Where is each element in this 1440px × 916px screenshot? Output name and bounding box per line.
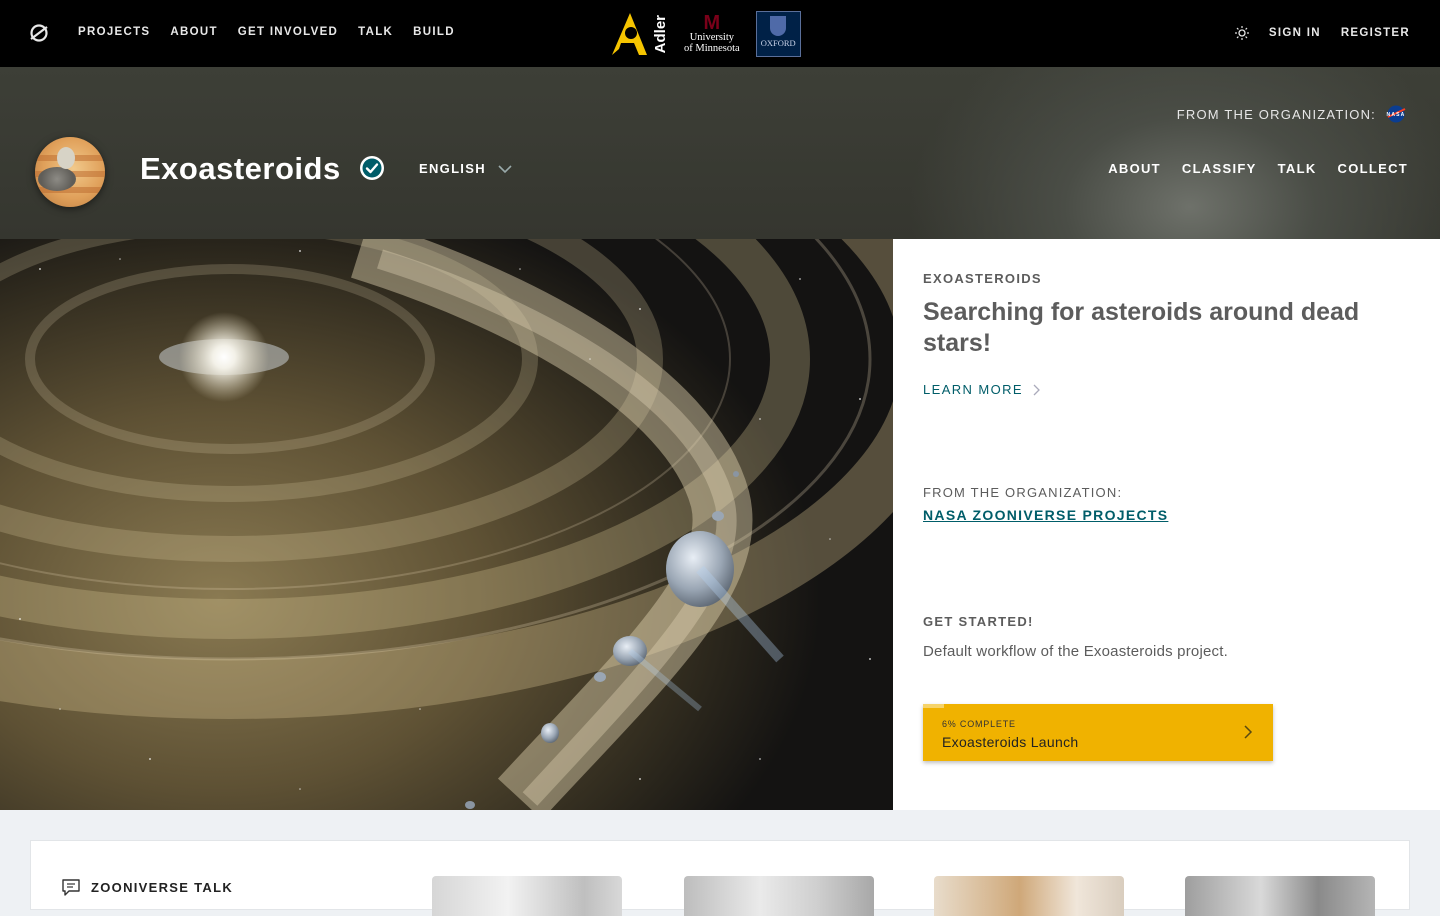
verified-check-icon [360,156,384,180]
adler-star-icon [612,13,647,55]
adler-wordmark: Adler [652,14,669,54]
chevron-right-icon [1244,725,1253,739]
nav-about[interactable]: ABOUT [170,26,217,38]
oxford-wordmark: OXFORD [760,38,796,48]
chat-bubble-icon [62,879,80,896]
project-description: Searching for asteroids around dead star… [923,298,1360,357]
talk-thumbnail[interactable] [934,876,1124,916]
project-background-image [0,239,893,810]
project-intro-panel: EXOASTEROIDS Searching for asteroids aro… [893,239,1440,810]
workflow-name: Exoasteroids Launch [942,734,1079,750]
organization-label: FROM THE ORGANIZATION: [923,485,1123,500]
project-nav-classify[interactable]: CLASSIFY [1182,161,1257,176]
sign-in-link[interactable]: SIGN IN [1269,27,1321,39]
talk-thumbnail[interactable] [1185,876,1375,916]
nav-projects[interactable]: PROJECTS [78,26,150,38]
workflow-button[interactable]: 6% COMPLETE Exoasteroids Launch [923,704,1273,761]
project-title[interactable]: Exoasteroids [140,151,341,187]
project-eyebrow: EXOASTEROIDS [923,271,1042,286]
nasa-logo-icon[interactable]: NASA [1386,105,1406,123]
umn-logo[interactable]: M University of Minnesota [684,12,740,54]
project-nav: ABOUT CLASSIFY TALK COLLECT [1108,161,1408,176]
workflow-progress-label: 6% COMPLETE [942,719,1016,729]
learn-more-link[interactable]: LEARN MORE [923,382,1041,397]
adler-logo[interactable]: Adler [609,11,669,57]
talk-thumbnail[interactable] [684,876,874,916]
language-label: ENGLISH [419,161,486,176]
debris-disk-illustration [0,239,893,810]
nav-build[interactable]: BUILD [413,26,455,38]
organization-credit: FROM THE ORGANIZATION: NASA [1177,105,1406,123]
workflow-progress-bar [923,704,944,708]
project-avatar[interactable] [35,137,105,207]
account-nav: SIGN IN REGISTER [1234,26,1410,40]
talk-thumbnail[interactable] [432,876,622,916]
get-started-heading: GET STARTED! [923,614,1034,629]
learn-more-label: LEARN MORE [923,382,1023,397]
oxford-crest-icon [770,16,787,36]
sun-icon[interactable] [1234,26,1249,40]
zooniverse-logo-icon[interactable] [28,22,50,44]
oxford-logo[interactable]: OXFORD [755,11,801,57]
svg-text:NASA: NASA [1387,112,1406,118]
register-link[interactable]: REGISTER [1341,27,1410,39]
partner-logos: Adler M University of Minnesota OXFORD [609,10,801,58]
project-nav-talk[interactable]: TALK [1278,161,1317,176]
site-nav: PROJECTS ABOUT GET INVOLVED TALK BUILD [78,26,475,38]
talk-heading[interactable]: ZOONIVERSE TALK [61,877,233,897]
language-selector[interactable]: ENGLISH [419,161,512,176]
umn-line1: University [689,32,735,43]
chevron-down-icon [498,164,512,173]
workflow-description: Default workflow of the Exoasteroids pro… [923,643,1228,660]
project-header: Exoasteroids ENGLISH FROM THE ORGANIZATI… [0,67,1440,239]
nav-get-involved[interactable]: GET INVOLVED [238,26,338,38]
project-nav-collect[interactable]: COLLECT [1338,161,1408,176]
nav-talk[interactable]: TALK [358,26,393,38]
project-nav-about[interactable]: ABOUT [1108,161,1161,176]
chevron-right-icon [1033,384,1040,395]
asteroid-illustration [38,167,76,191]
site-header: PROJECTS ABOUT GET INVOLVED TALK BUILD A… [0,0,1440,67]
talk-heading-label: ZOONIVERSE TALK [91,879,234,895]
umn-line2: of Minnesota [684,43,740,54]
organization-link[interactable]: NASA ZOONIVERSE PROJECTS [923,507,1168,523]
organization-label: FROM THE ORGANIZATION: [1176,106,1376,122]
umn-m-icon: M [703,12,721,34]
